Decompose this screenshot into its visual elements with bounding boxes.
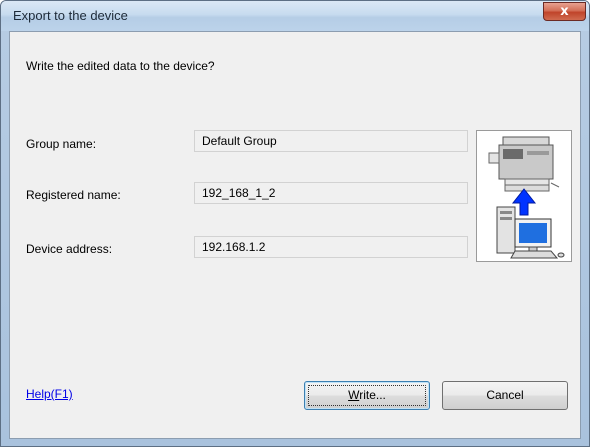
pc-to-printer-illustration (476, 130, 572, 262)
device-address-label: Device address: (26, 242, 113, 256)
close-icon: x (560, 4, 569, 19)
title-bar[interactable]: Export to the device x (1, 1, 589, 31)
help-link[interactable]: Help(F1) (26, 387, 73, 401)
pc-to-multifunction-printer-icon (488, 136, 565, 259)
focus-rectangle (308, 385, 426, 406)
export-dialog-window: Export to the device x Write the edited … (0, 0, 590, 447)
cancel-button[interactable]: Cancel (442, 381, 568, 410)
group-name-label: Group name: (26, 137, 97, 151)
device-address-field: 192.168.1.2 (194, 236, 468, 258)
close-button[interactable]: x (543, 2, 586, 21)
write-button[interactable]: Write... (304, 381, 430, 410)
dialog-body: Write the edited data to the device? Gro… (9, 31, 581, 439)
registered-name-label: Registered name: (26, 188, 121, 202)
window-title: Export to the device (13, 8, 128, 23)
confirmation-prompt: Write the edited data to the device? (26, 59, 215, 73)
registered-name-field: 192_168_1_2 (194, 182, 468, 204)
group-name-field: Default Group (194, 130, 468, 152)
